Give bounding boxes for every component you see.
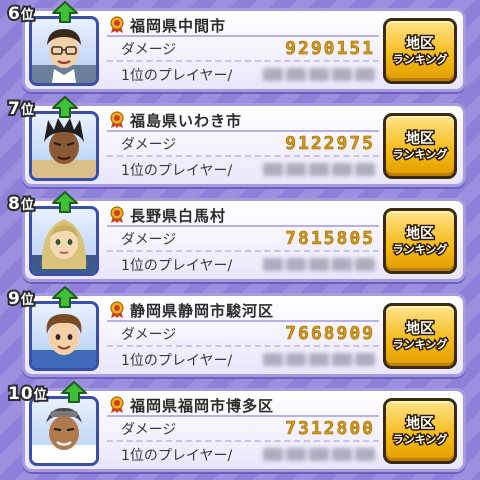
ranking-row: 7位 福島県いわき市 ダメージ 9122975 1位のプレイヤー/ 地区 ランキ… xyxy=(6,96,466,187)
rank-label: 7位 xyxy=(6,97,36,121)
region-name: 福岡県福岡市博多区 xyxy=(130,396,275,415)
medal-icon xyxy=(110,206,124,223)
damage-value: 9290151 xyxy=(285,38,375,60)
rank-label: 9位 xyxy=(6,287,36,311)
medal-icon xyxy=(110,396,124,413)
damage-label: ダメージ xyxy=(121,231,177,248)
region-ranking-button[interactable]: 地区 ランキング xyxy=(383,113,457,179)
ranking-row: 10位 福岡県福岡市博多区 ダメージ 7312800 1位のプレイヤー/ 地区 … xyxy=(6,381,466,472)
top-player-label: 1位のプレイヤー/ xyxy=(121,257,233,274)
rank-up-arrow-icon xyxy=(61,381,87,403)
damage-value: 7815805 xyxy=(285,228,375,250)
damage-label: ダメージ xyxy=(121,326,177,343)
medal-icon xyxy=(110,301,124,318)
top-player-label: 1位のプレイヤー/ xyxy=(121,67,233,84)
player-avatar xyxy=(29,111,99,181)
top-player-label: 1位のプレイヤー/ xyxy=(121,162,233,179)
player-avatar xyxy=(29,301,99,371)
player-avatar xyxy=(29,16,99,86)
blurred-player-name xyxy=(263,68,375,81)
damage-value: 7668909 xyxy=(285,323,375,345)
ranking-row: 6位 福岡県中間市 ダメージ 9290151 1位のプレイヤー/ 地区 ランキン xyxy=(6,1,466,92)
region-name: 長野県白馬村 xyxy=(130,206,227,225)
blurred-player-name xyxy=(263,448,375,461)
rank-up-arrow-icon xyxy=(52,96,78,118)
damage-value: 9122975 xyxy=(285,133,375,155)
rank-label: 8位 xyxy=(6,192,36,216)
character-portrait-icon xyxy=(32,29,96,83)
rank-label: 10位 xyxy=(6,382,49,406)
region-name: 静岡県静岡市駿河区 xyxy=(130,301,275,320)
character-portrait-icon xyxy=(32,407,96,463)
rank-up-arrow-icon xyxy=(52,191,78,213)
damage-value: 7312800 xyxy=(285,418,375,440)
damage-label: ダメージ xyxy=(121,421,177,438)
medal-icon xyxy=(110,111,124,128)
blurred-player-name xyxy=(263,163,375,176)
region-ranking-button[interactable]: 地区 ランキング xyxy=(383,303,457,369)
top-player-label: 1位のプレイヤー/ xyxy=(121,352,233,369)
character-portrait-icon xyxy=(32,118,96,178)
top-player-label: 1位のプレイヤー/ xyxy=(121,447,233,464)
character-portrait-icon xyxy=(32,314,96,368)
blurred-player-name xyxy=(263,353,375,366)
ranking-row: 8位 長野県白馬村 ダメージ 7815805 1位のプレイヤー/ 地区 ランキン… xyxy=(6,191,466,282)
ranking-row: 9位 静岡県静岡市駿河区 ダメージ 7668909 1位のプレイヤー/ 地区 ラ… xyxy=(6,286,466,377)
region-ranking-button[interactable]: 地区 ランキング xyxy=(383,208,457,274)
region-name: 福島県いわき市 xyxy=(130,111,243,130)
damage-label: ダメージ xyxy=(121,136,177,153)
player-avatar xyxy=(29,396,99,466)
medal-icon xyxy=(110,16,124,33)
region-ranking-button[interactable]: 地区 ランキング xyxy=(383,398,457,464)
character-portrait-icon xyxy=(32,219,96,273)
rank-up-arrow-icon xyxy=(52,1,78,23)
rank-label: 6位 xyxy=(6,2,36,26)
player-avatar xyxy=(29,206,99,276)
blurred-player-name xyxy=(263,258,375,271)
region-ranking-button[interactable]: 地区 ランキング xyxy=(383,18,457,84)
region-name: 福岡県中間市 xyxy=(130,16,227,35)
rank-up-arrow-icon xyxy=(52,286,78,308)
damage-label: ダメージ xyxy=(121,41,177,58)
